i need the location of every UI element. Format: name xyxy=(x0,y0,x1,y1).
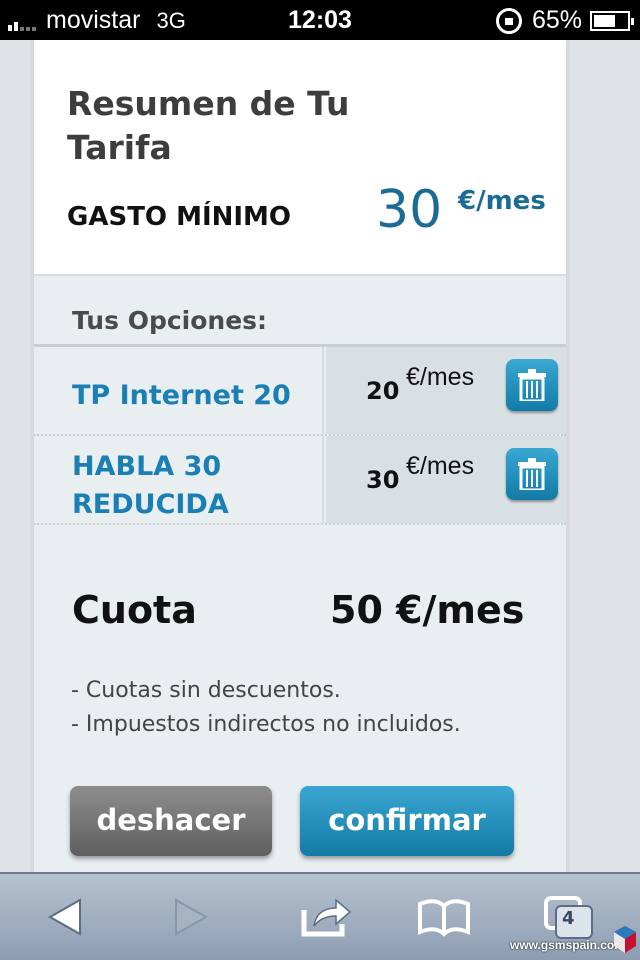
minimum-spend-value: 30 xyxy=(376,180,443,240)
options-list: TP Internet 20 20 €/mes HABLA 30 REDUCID… xyxy=(34,344,566,525)
tabs-count: 4 xyxy=(562,908,575,929)
page-title: Resumen de Tu Tarifa xyxy=(67,84,350,167)
option-price: 20 xyxy=(366,377,400,405)
option-name: HABLA 30 REDUCIDA xyxy=(34,436,324,523)
undo-button[interactable]: deshacer xyxy=(70,786,272,856)
delete-option-button[interactable] xyxy=(506,359,558,411)
gsmspain-logo-icon xyxy=(614,926,636,953)
option-row: HABLA 30 REDUCIDA 30 €/mes xyxy=(34,436,566,525)
forward-arrow-icon[interactable] xyxy=(160,892,216,942)
minimum-spend-unit: €/mes xyxy=(458,186,546,216)
total-fee-value: 50 €/mes xyxy=(330,588,525,632)
confirm-button[interactable]: confirmar xyxy=(300,786,514,856)
bookmarks-icon[interactable] xyxy=(416,892,472,942)
option-price: 30 xyxy=(366,466,400,494)
option-name: TP Internet 20 xyxy=(34,347,324,434)
note-item: - Cuotas sin descuentos. xyxy=(71,678,341,703)
summary-header: Resumen de Tu Tarifa GASTO MÍNIMO 30 €/m… xyxy=(34,40,566,276)
status-right: 65% xyxy=(495,6,634,35)
share-icon[interactable] xyxy=(298,892,354,942)
option-price-cell: 20 €/mes xyxy=(326,347,566,434)
battery-fill xyxy=(594,14,615,27)
option-row: TP Internet 20 20 €/mes xyxy=(34,347,566,436)
options-heading: Tus Opciones: xyxy=(72,306,268,335)
status-bar: movistar 3G 12:03 65% xyxy=(0,0,640,40)
trash-icon xyxy=(518,458,546,490)
rotation-lock-icon xyxy=(495,7,522,34)
minimum-spend-label: GASTO MÍNIMO xyxy=(67,202,292,232)
delete-option-button[interactable] xyxy=(506,448,558,500)
option-price-unit: €/mes xyxy=(406,363,475,391)
trash-icon xyxy=(518,369,546,401)
fee-notes: - Cuotas sin descuentos. - Impuestos ind… xyxy=(71,674,461,742)
battery-percent: 65% xyxy=(531,6,582,34)
total-fee-label: Cuota xyxy=(72,588,197,632)
option-price-cell: 30 €/mes xyxy=(326,436,566,523)
back-arrow-icon[interactable] xyxy=(40,892,96,942)
watermark: www.gsmspain.com xyxy=(510,938,625,952)
option-price-unit: €/mes xyxy=(406,452,475,480)
battery-icon xyxy=(590,10,634,31)
tariff-summary-card: Resumen de Tu Tarifa GASTO MÍNIMO 30 €/m… xyxy=(30,40,570,872)
note-item: - Impuestos indirectos no incluidos. xyxy=(71,712,461,737)
